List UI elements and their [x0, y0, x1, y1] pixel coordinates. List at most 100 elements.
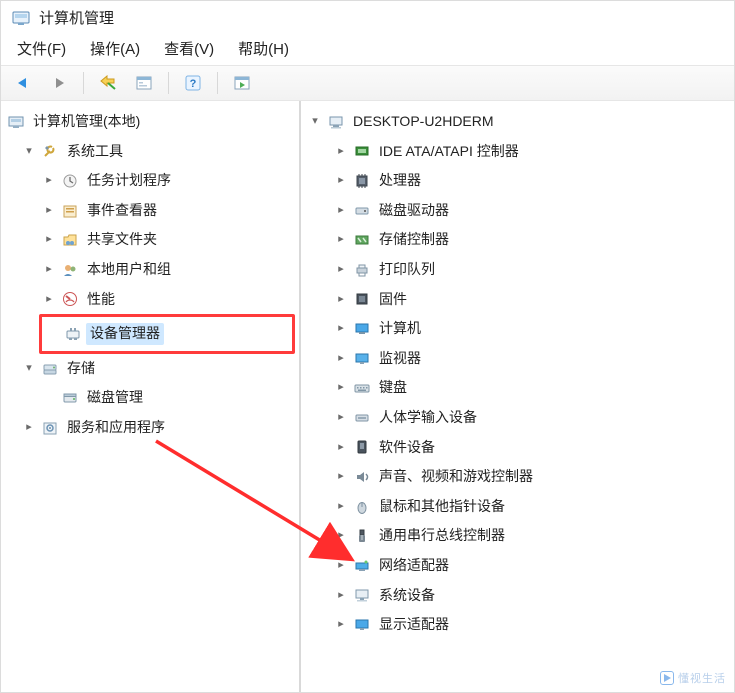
chevron-right-icon[interactable]: ▸ [333, 143, 349, 159]
chevron-right-icon[interactable]: ▸ [333, 262, 349, 278]
device-ide[interactable]: ▸ IDE ATA/ATAPI 控制器 [331, 137, 730, 167]
device-display[interactable]: ▸ 显示适配器 [331, 610, 730, 640]
device-mouse[interactable]: ▸鼠标和其他指针设备 [331, 492, 730, 522]
device-hid[interactable]: ▸人体学输入设备 [331, 403, 730, 433]
toolbar: ? [1, 65, 734, 101]
chevron-right-icon[interactable]: ▸ [333, 499, 349, 515]
device-computer[interactable]: ▸ 计算机 [331, 314, 730, 344]
tree-label: 计算机 [375, 318, 425, 340]
chevron-right-icon[interactable]: ▸ [333, 380, 349, 396]
chevron-down-icon[interactable]: ▾ [21, 361, 37, 377]
properties-button[interactable] [130, 70, 158, 96]
chevron-right-icon[interactable]: ▸ [333, 232, 349, 248]
tree-label: 共享文件夹 [83, 229, 161, 251]
device-tree-root[interactable]: ▾ DESKTOP-U2HDERM [305, 107, 730, 137]
device-print-queue[interactable]: ▸ 打印队列 [331, 255, 730, 285]
toolbar-separator [217, 72, 218, 94]
chevron-right-icon[interactable]: ▸ [333, 439, 349, 455]
tree-label: 声音、视频和游戏控制器 [375, 466, 537, 488]
device-software[interactable]: ▸ 软件设备 [331, 433, 730, 463]
device-sound[interactable]: ▸ 声音、视频和游戏控制器 [331, 462, 730, 492]
tree-disk-mgmt[interactable]: 磁盘管理 [39, 383, 295, 413]
device-cpu[interactable]: ▸处理器 [331, 166, 730, 196]
window-title: 计算机管理 [39, 7, 114, 28]
chevron-right-icon[interactable]: ▸ [333, 528, 349, 544]
computer-mgmt-icon [7, 113, 25, 131]
tree-label: 事件查看器 [83, 200, 161, 222]
back-button[interactable] [9, 70, 37, 96]
show-hide-button[interactable] [228, 70, 256, 96]
tree-performance[interactable]: ▸性能 [39, 285, 295, 315]
device-firmware[interactable]: ▸ 固件 [331, 285, 730, 315]
tree-label: 固件 [375, 289, 411, 311]
device-usb[interactable]: ▸通用串行总线控制器 [331, 521, 730, 551]
chevron-right-icon[interactable]: ▸ [333, 410, 349, 426]
tree-device-manager[interactable]: 设备管理器 [42, 317, 292, 351]
tree-label: 服务和应用程序 [63, 417, 169, 439]
chevron-right-icon[interactable]: ▸ [333, 469, 349, 485]
disk-drive-icon [353, 202, 371, 220]
chevron-down-icon[interactable]: ▾ [307, 114, 323, 130]
chevron-right-icon[interactable]: ▸ [333, 291, 349, 307]
tree-label: 存储 [63, 358, 99, 380]
chevron-right-icon[interactable]: ▸ [41, 232, 57, 248]
chevron-right-icon[interactable]: ▸ [333, 587, 349, 603]
tree-label: IDE ATA/ATAPI 控制器 [375, 141, 523, 163]
cpu-icon [353, 172, 371, 190]
tree-label: 软件设备 [375, 437, 439, 459]
tree-label: 系统工具 [63, 141, 127, 163]
chevron-right-icon[interactable]: ▸ [333, 203, 349, 219]
tree-label: 网络适配器 [375, 555, 453, 577]
hid-icon [353, 409, 371, 427]
chevron-right-icon[interactable]: ▸ [333, 173, 349, 189]
shared-folder-icon [61, 231, 79, 249]
tree-root-local[interactable]: 计算机管理(本地) [5, 107, 295, 137]
tree-shared-folders[interactable]: ▸ 共享文件夹 [39, 225, 295, 255]
up-button[interactable] [94, 70, 122, 96]
performance-icon [61, 290, 79, 308]
chevron-right-icon[interactable]: ▸ [333, 351, 349, 367]
tree-storage[interactable]: ▾ 存储 [19, 354, 295, 384]
tree-label: 打印队列 [375, 259, 439, 281]
menu-help[interactable]: 帮助(H) [238, 38, 289, 59]
chevron-right-icon[interactable]: ▸ [41, 173, 57, 189]
menu-file[interactable]: 文件(F) [17, 38, 66, 59]
menu-action[interactable]: 操作(A) [90, 38, 140, 59]
tree-task-scheduler[interactable]: ▸任务计划程序 [39, 166, 295, 196]
chevron-right-icon[interactable]: ▸ [21, 420, 37, 436]
event-icon [61, 202, 79, 220]
tree-label: 监视器 [375, 348, 425, 370]
users-icon [61, 261, 79, 279]
device-network[interactable]: ▸ 网络适配器 [331, 551, 730, 581]
chevron-right-icon[interactable]: ▸ [333, 617, 349, 633]
play-icon [660, 671, 674, 685]
chevron-down-icon[interactable]: ▾ [21, 143, 37, 159]
chevron-right-icon[interactable]: ▸ [41, 291, 57, 307]
keyboard-icon [353, 379, 371, 397]
tree-event-viewer[interactable]: ▸ 事件查看器 [39, 196, 295, 226]
chevron-right-icon[interactable]: ▸ [41, 262, 57, 278]
device-storage-ctrl[interactable]: ▸存储控制器 [331, 225, 730, 255]
tree-services[interactable]: ▸ 服务和应用程序 [19, 413, 295, 443]
tree-local-users[interactable]: ▸本地用户和组 [39, 255, 295, 285]
tree-label: 系统设备 [375, 585, 439, 607]
device-system[interactable]: ▸ 系统设备 [331, 581, 730, 611]
storage-icon [41, 360, 59, 378]
chevron-right-icon[interactable]: ▸ [41, 203, 57, 219]
device-monitor[interactable]: ▸ 监视器 [331, 344, 730, 374]
chevron-right-icon[interactable]: ▸ [333, 558, 349, 574]
tree-system-tools[interactable]: ▾ 系统工具 [19, 137, 295, 167]
pc-icon [353, 320, 371, 338]
mouse-icon [353, 498, 371, 516]
device-disk-drives[interactable]: ▸磁盘驱动器 [331, 196, 730, 226]
chevron-right-icon[interactable]: ▸ [333, 321, 349, 337]
titlebar: 计算机管理 [1, 1, 734, 30]
device-manager-icon [64, 325, 82, 343]
tree-label: 显示适配器 [375, 614, 453, 636]
device-keyboard[interactable]: ▸ 键盘 [331, 373, 730, 403]
menu-view[interactable]: 查看(V) [164, 38, 214, 59]
software-dev-icon [353, 438, 371, 456]
help-button[interactable]: ? [179, 70, 207, 96]
forward-button[interactable] [45, 70, 73, 96]
tree-label: 键盘 [375, 377, 411, 399]
